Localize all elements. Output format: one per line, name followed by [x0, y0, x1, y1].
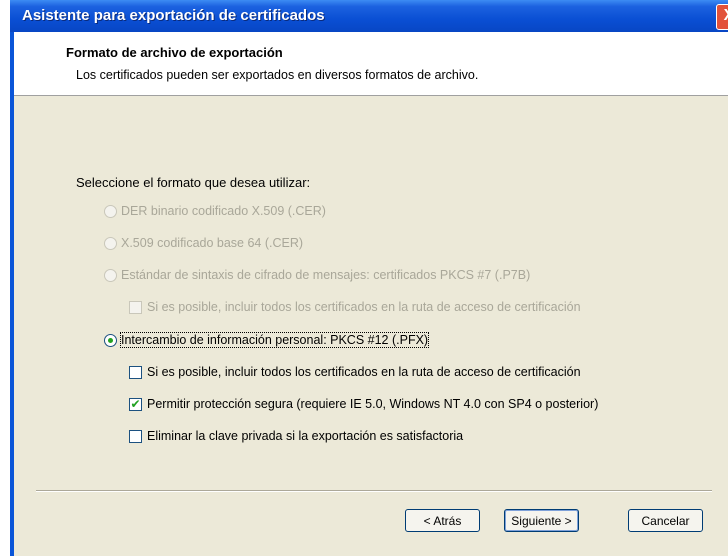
- option-base64-label: X.509 codificado base 64 (.CER): [121, 236, 304, 250]
- radio-base64: [104, 236, 117, 250]
- checkbox-pkcs7-include-all: [129, 300, 142, 314]
- option-pkcs12[interactable]: Intercambio de información personal: PKC…: [104, 332, 430, 348]
- checkbox-include-all-certificates[interactable]: [129, 365, 142, 379]
- delete-private-key-label[interactable]: Eliminar la clave privada si la exportac…: [147, 429, 463, 443]
- pkcs7-include-all-label: Si es posible, incluir todos los certifi…: [147, 300, 581, 314]
- strong-protection-label[interactable]: Permitir protección segura (requiere IE …: [147, 397, 598, 411]
- option-pkcs12-label[interactable]: Intercambio de información personal: PKC…: [119, 332, 430, 348]
- option-pkcs7-label: Estándar de sintaxis de cifrado de mensa…: [121, 268, 531, 282]
- header-description: Los certificados pueden ser exportados e…: [76, 68, 479, 82]
- window-title: Asistente para exportación de certificad…: [22, 7, 325, 24]
- dialog-body: Formato de archivo de exportación Los ce…: [14, 32, 728, 556]
- format-prompt: Seleccione el formato que desea utilizar…: [76, 175, 311, 190]
- title-bar[interactable]: Asistente para exportación de certificad…: [10, 0, 728, 32]
- close-icon[interactable]: X: [716, 4, 728, 30]
- dialog-window: Asistente para exportación de certificad…: [10, 0, 728, 556]
- checkbox-delete-private-key[interactable]: [129, 429, 142, 443]
- option-der-label: DER binario codificado X.509 (.CER): [121, 204, 326, 218]
- checkbox-strong-protection[interactable]: ✔: [129, 397, 142, 411]
- footer-separator: [36, 490, 712, 492]
- header-title: Formato de archivo de exportación: [66, 45, 283, 60]
- radio-pkcs7: [104, 268, 117, 282]
- include-all-certificates-label[interactable]: Si es posible, incluir todos los certifi…: [147, 365, 581, 379]
- wizard-header: Formato de archivo de exportación Los ce…: [14, 32, 728, 96]
- delete-private-key-row[interactable]: Eliminar la clave privada si la exportac…: [129, 429, 463, 443]
- option-pkcs7: Estándar de sintaxis de cifrado de mensa…: [104, 268, 530, 282]
- cancel-button[interactable]: Cancelar: [628, 509, 703, 532]
- option-der: DER binario codificado X.509 (.CER): [104, 204, 326, 218]
- pkcs7-include-all-row: Si es posible, incluir todos los certifi…: [129, 300, 581, 314]
- radio-der: [104, 204, 117, 218]
- back-button[interactable]: < Atrás: [405, 509, 480, 532]
- option-base64: X.509 codificado base 64 (.CER): [104, 236, 303, 250]
- pkcs12-include-all-row[interactable]: Si es posible, incluir todos los certifi…: [129, 365, 581, 379]
- strong-protection-row[interactable]: ✔ Permitir protección segura (requiere I…: [129, 397, 598, 411]
- next-button[interactable]: Siguiente >: [504, 509, 579, 532]
- radio-pkcs12[interactable]: [104, 333, 117, 347]
